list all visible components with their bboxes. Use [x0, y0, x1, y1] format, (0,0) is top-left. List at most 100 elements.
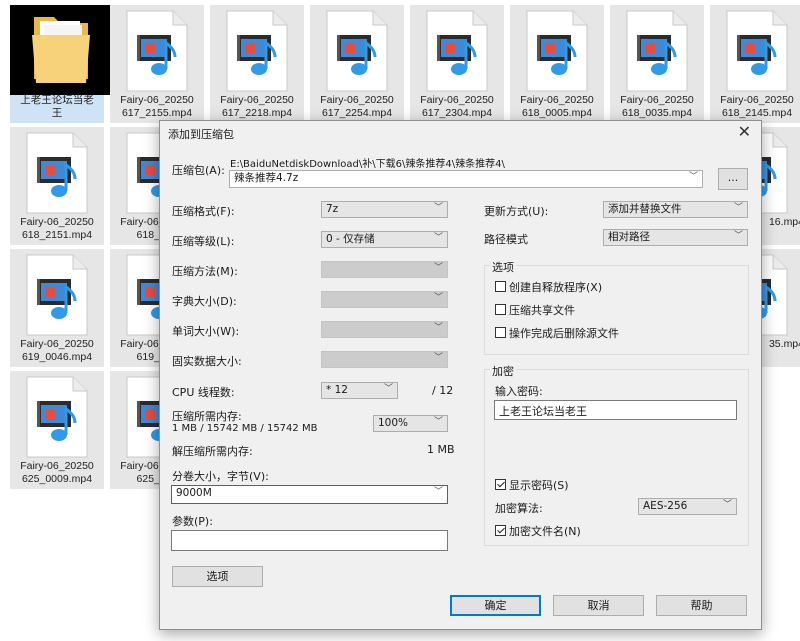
enc-method-label: 加密算法:: [495, 502, 543, 515]
chevron-down-icon: ﹀: [433, 323, 443, 333]
close-icon[interactable]: ✕: [738, 122, 751, 141]
media-file-icon: [26, 132, 88, 214]
encrypt-names-checkbox[interactable]: [495, 525, 506, 536]
ok-button[interactable]: 确定: [450, 595, 541, 616]
file-name: Fairy-06_20250 618_2145.mp4: [710, 94, 800, 120]
level-select[interactable]: 0 - 仅存储 ﹀: [321, 231, 448, 248]
options-button[interactable]: 选项: [172, 566, 263, 587]
media-file-icon: [26, 254, 88, 336]
file-item[interactable]: Fairy-06_20250 619_0046.mp4: [10, 249, 104, 367]
file-name-line2: 618_2151.mp4: [21, 229, 93, 241]
cpu-max: / 12: [432, 384, 454, 397]
cpu-label: CPU 线程数:: [172, 386, 235, 399]
file-item[interactable]: Fairy-06_20250 617_2155.mp4: [110, 5, 204, 123]
shared-label: 压缩共享文件: [509, 304, 575, 317]
cpu-select[interactable]: * 12 ﹀: [321, 382, 398, 399]
file-name: Fairy-06_20250 618_0035.mp4: [610, 94, 704, 120]
chevron-down-icon: ﹀: [433, 263, 443, 273]
help-button[interactable]: 帮助: [656, 595, 747, 616]
file-item[interactable]: Fairy-06_20250 618_0005.mp4: [510, 5, 604, 123]
dict-label: 字典大小(D):: [172, 295, 237, 308]
show-password-checkbox[interactable]: [495, 479, 506, 490]
chevron-down-icon: ﹀: [433, 233, 443, 243]
unmem-label: 解压缩所需内存:: [172, 445, 253, 458]
split-value: 9000M: [176, 487, 212, 499]
file-name: Fairy-06_20250 617_2218.mp4: [210, 94, 304, 120]
solid-label: 固实数据大小:: [172, 355, 242, 368]
dict-select: ﹀: [321, 291, 448, 308]
chevron-down-icon: ﹀: [433, 293, 443, 303]
file-name: Fairy-06_20250 617_2304.mp4: [410, 94, 504, 120]
file-name-line2: 618_0035.mp4: [621, 107, 693, 119]
cancel-button[interactable]: 取消: [553, 595, 644, 616]
delete-label: 操作完成后删除源文件: [509, 327, 619, 340]
file-name-line1: Fairy-06_20250: [120, 94, 194, 106]
path-select[interactable]: 相对路径 ﹀: [603, 229, 748, 246]
file-name-line2: 625_0009.mp4: [21, 473, 93, 485]
archive-name-combo[interactable]: 辣条推荐4.7z ﹀: [229, 170, 703, 188]
sfx-checkbox[interactable]: [495, 281, 506, 292]
solid-select: ﹀: [321, 351, 448, 368]
chevron-down-icon: ﹀: [433, 487, 443, 497]
file-name-line2: 617_2254.mp4: [321, 107, 393, 119]
word-select: ﹀: [321, 321, 448, 338]
file-item[interactable]: Fairy-06_20250 617_2304.mp4: [410, 5, 504, 123]
file-name-line2: 王: [51, 107, 63, 119]
format-value: 7z: [326, 203, 339, 215]
params-input[interactable]: [171, 530, 448, 551]
path-value: 相对路径: [608, 231, 650, 243]
archive-name-value: 辣条推荐4.7z: [234, 172, 299, 184]
options-group-title: 选项: [490, 259, 516, 275]
encrypt-names-label: 加密文件名(N): [509, 525, 581, 538]
chevron-down-icon: ﹀: [383, 384, 393, 394]
archive-path: E:\BaiduNetdiskDownload\补\下载6\辣条推荐4\辣条推荐…: [230, 159, 505, 170]
file-name: Fairy-06_20250 625_0009.mp4: [10, 460, 104, 486]
media-file-icon: [26, 376, 88, 458]
folder-thumbnail: [10, 5, 110, 95]
file-name: Fairy-06_20250 618_0005.mp4: [510, 94, 604, 120]
enc-method-select[interactable]: AES-256 ﹀: [638, 498, 737, 515]
method-select: ﹀: [321, 261, 448, 278]
file-name: 上老王论坛当老王: [10, 94, 104, 120]
file-item[interactable]: Fairy-06_20250 618_2151.mp4: [10, 127, 104, 245]
file-item[interactable]: Fairy-06_20250 618_2145.mp4: [710, 5, 800, 123]
chevron-down-icon: ﹀: [733, 231, 743, 241]
media-file-icon: [126, 10, 188, 92]
file-name-line2: 618_2145.mp4: [721, 107, 793, 119]
add-to-archive-dialog: 添加到压缩包 ✕ 压缩包(A): E:\BaiduNetdiskDownload…: [159, 120, 762, 630]
folder-item[interactable]: 上老王论坛当老王: [10, 5, 110, 123]
file-name-line2: 617_2304.mp4: [421, 107, 493, 119]
path-label: 路径模式: [484, 233, 528, 246]
file-name-line2: 617_2218.mp4: [221, 107, 293, 119]
format-select[interactable]: 7z ﹀: [321, 201, 448, 218]
file-name-line1: Fairy-06_20250: [320, 94, 394, 106]
split-combo[interactable]: 9000M ﹀: [171, 485, 448, 504]
file-name-line1: Fairy-06_20250: [520, 94, 594, 106]
file-item[interactable]: Fairy-06_20250 617_2254.mp4: [310, 5, 404, 123]
mem-label: 压缩所需内存:: [172, 410, 242, 423]
password-input[interactable]: 上老王论坛当老王: [494, 400, 737, 420]
file-item[interactable]: Fairy-06_20250 625_0009.mp4: [10, 371, 104, 489]
media-file-icon: [626, 10, 688, 92]
browse-button[interactable]: ...: [718, 168, 748, 190]
file-name-line1: Fairy-06_20250: [720, 94, 794, 106]
unmem-value: 1 MB: [427, 443, 455, 456]
file-name: Fairy-06_20250 619_0046.mp4: [10, 338, 104, 364]
shared-checkbox[interactable]: [495, 304, 506, 315]
file-name-line2: 618_0005.mp4: [521, 107, 593, 119]
update-select[interactable]: 添加并替换文件 ﹀: [603, 201, 748, 218]
mem-percent-select[interactable]: 100% ﹀: [373, 415, 448, 432]
show-password-label: 显示密码(S): [509, 479, 569, 492]
enc-method-value: AES-256: [643, 500, 688, 512]
file-name-line2: 619_0046.mp4: [21, 351, 93, 363]
media-file-icon: [326, 10, 388, 92]
file-name-line2: 617_2155.mp4: [121, 107, 193, 119]
file-name-line1: Fairy-06_20250: [20, 460, 94, 472]
update-value: 添加并替换文件: [608, 203, 682, 215]
file-item[interactable]: Fairy-06_20250 618_0035.mp4: [610, 5, 704, 123]
file-name-line1: Fairy-06_20250: [20, 216, 94, 228]
encryption-group-title: 加密: [490, 363, 516, 379]
delete-checkbox[interactable]: [495, 327, 506, 338]
file-name-line1: Fairy-06_20250: [620, 94, 694, 106]
file-item[interactable]: Fairy-06_20250 617_2218.mp4: [210, 5, 304, 123]
